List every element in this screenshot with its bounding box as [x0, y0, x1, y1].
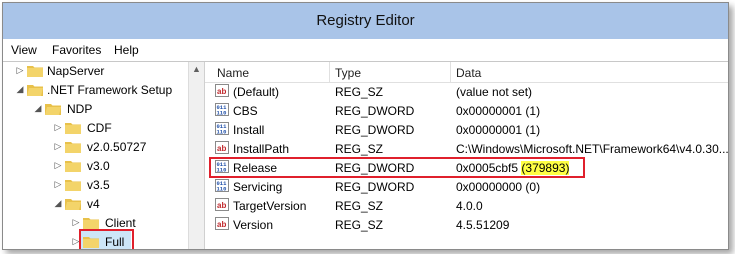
column-header-type[interactable]: Type	[335, 66, 361, 80]
menu-help[interactable]: Help	[114, 43, 139, 57]
value-data: 4.5.51209	[456, 218, 510, 232]
folder-icon	[65, 142, 81, 153]
value-row-version[interactable]: ab Version REG_SZ 4.5.51209	[205, 215, 728, 234]
tree-node-full[interactable]: ▷ Full	[3, 229, 188, 249]
collapse-arrow-icon[interactable]: ◢	[33, 103, 43, 113]
value-name: TargetVersion	[233, 199, 307, 213]
value-name: (Default)	[233, 85, 280, 99]
expand-arrow-icon[interactable]: ▷	[53, 179, 63, 189]
svg-text:ab: ab	[217, 144, 226, 153]
value-type: REG_SZ	[335, 142, 384, 156]
string-value-icon: ab	[215, 84, 229, 97]
svg-text:110: 110	[217, 129, 227, 136]
registry-editor-window: Registry Editor View Favorites Help ▷ Na…	[2, 2, 729, 250]
menu-view[interactable]: View	[11, 43, 37, 57]
folder-icon	[27, 66, 43, 77]
value-row-servicing[interactable]: 011 110 Servicing REG_DWORD 0x00000000 (0…	[205, 177, 728, 196]
value-row-release[interactable]: 011 110 Release REG_DWORD 0x0005cbf5 (379…	[205, 157, 728, 178]
value-name: Install	[233, 123, 265, 137]
binary-value-icon: 011110	[215, 122, 229, 135]
title-bar: Registry Editor	[3, 3, 728, 39]
tree-node-cdf[interactable]: ▷ CDF	[3, 119, 188, 139]
column-divider[interactable]	[450, 62, 451, 82]
menu-bar: View Favorites Help	[3, 39, 728, 61]
value-type: REG_DWORD	[335, 180, 415, 194]
tree-node-v4[interactable]: ◢ v4	[3, 195, 188, 215]
string-value-icon: ab	[215, 198, 229, 211]
folder-open-icon	[27, 85, 43, 96]
value-row-install[interactable]: 011 110 Install REG_DWORD 0x00000001 (1)	[205, 120, 728, 139]
tree-node-ndp[interactable]: ◢ NDP	[3, 100, 188, 120]
value-type: REG_DWORD	[335, 123, 415, 137]
menu-favorites[interactable]: Favorites	[52, 43, 101, 57]
column-header-data[interactable]: Data	[456, 66, 481, 80]
values-pane: Name Type Data ab (Default) REG_SZ (valu…	[205, 62, 728, 249]
scroll-up-arrow-icon[interactable]: ▲	[192, 64, 201, 74]
tree-node-v2[interactable]: ▷ v2.0.50727	[3, 138, 188, 158]
folder-open-icon	[45, 104, 61, 115]
value-data: 0x00000000 (0)	[456, 180, 541, 194]
column-divider[interactable]	[329, 62, 330, 82]
svg-text:ab: ab	[217, 87, 226, 96]
tree-node-net-framework-setup[interactable]: ◢ .NET Framework Setup	[3, 81, 188, 101]
tree-node-label: Client	[105, 216, 136, 230]
svg-text:ab: ab	[217, 220, 226, 229]
value-name: CBS	[233, 104, 258, 118]
value-type: REG_SZ	[335, 85, 384, 99]
binary-value-icon: 011110	[215, 103, 229, 116]
value-data: 4.0.0	[456, 199, 483, 213]
binary-value-icon: 011110	[215, 179, 229, 192]
folder-icon	[65, 123, 81, 134]
tree-node-label: v4	[87, 197, 100, 211]
highlight-box-full	[79, 229, 134, 249]
tree-node-v3-5[interactable]: ▷ v3.5	[3, 176, 188, 196]
key-tree-pane[interactable]: ▷ NapServer ◢ .NET Framework Setup ◢ NDP…	[3, 62, 205, 249]
value-row-default[interactable]: ab (Default) REG_SZ (value not set)	[205, 82, 728, 101]
svg-text:ab: ab	[217, 201, 226, 210]
tree-node-napserver[interactable]: ▷ NapServer	[3, 62, 188, 82]
tree-node-label: v3.5	[87, 178, 110, 192]
value-name: Version	[233, 218, 274, 232]
string-value-icon: ab	[215, 141, 229, 154]
tree-node-label: CDF	[87, 121, 112, 135]
expand-arrow-icon[interactable]: ▷	[53, 122, 63, 132]
column-header-name[interactable]: Name	[217, 66, 249, 80]
column-header-row: Name Type Data	[205, 62, 728, 83]
folder-icon	[65, 180, 81, 191]
value-row-cbs[interactable]: 011 110 CBS REG_DWORD 0x00000001 (1)	[205, 101, 728, 120]
value-row-targetversion[interactable]: ab TargetVersion REG_SZ 4.0.0	[205, 196, 728, 215]
window-title: Registry Editor	[316, 12, 415, 29]
tree-node-v3-0[interactable]: ▷ v3.0	[3, 157, 188, 177]
folder-icon	[83, 218, 99, 229]
value-row-installpath[interactable]: ab InstallPath REG_SZ C:\Windows\Microso…	[205, 139, 728, 158]
collapse-arrow-icon[interactable]: ◢	[53, 198, 63, 208]
string-value-icon: ab	[215, 217, 229, 230]
highlight-box-release	[209, 157, 585, 178]
value-type: REG_SZ	[335, 218, 384, 232]
folder-open-icon	[65, 199, 81, 210]
value-name: Servicing	[233, 180, 283, 194]
value-type: REG_DWORD	[335, 104, 415, 118]
value-data: 0x00000001 (1)	[456, 104, 541, 118]
value-data: 0x00000001 (1)	[456, 123, 541, 137]
tree-node-label: v2.0.50727	[87, 140, 147, 154]
value-data: C:\Windows\Microsoft.NET\Framework64\v4.…	[456, 142, 729, 156]
value-name: InstallPath	[233, 142, 290, 156]
tree-node-label: .NET Framework Setup	[47, 83, 173, 97]
tree-node-label: v3.0	[87, 159, 110, 173]
tree-node-label: NDP	[67, 102, 93, 116]
tree-node-label: NapServer	[47, 64, 105, 78]
expand-arrow-icon[interactable]: ▷	[15, 65, 25, 75]
collapse-arrow-icon[interactable]: ◢	[15, 84, 25, 94]
value-data: (value not set)	[456, 85, 533, 99]
svg-text:110: 110	[217, 110, 227, 117]
expand-arrow-icon[interactable]: ▷	[53, 141, 63, 151]
value-type: REG_SZ	[335, 199, 384, 213]
svg-text:110: 110	[217, 186, 227, 193]
folder-icon	[65, 161, 81, 172]
expand-arrow-icon[interactable]: ▷	[71, 217, 81, 227]
tree-scrollbar[interactable]: ▲	[188, 62, 204, 249]
expand-arrow-icon[interactable]: ▷	[53, 160, 63, 170]
